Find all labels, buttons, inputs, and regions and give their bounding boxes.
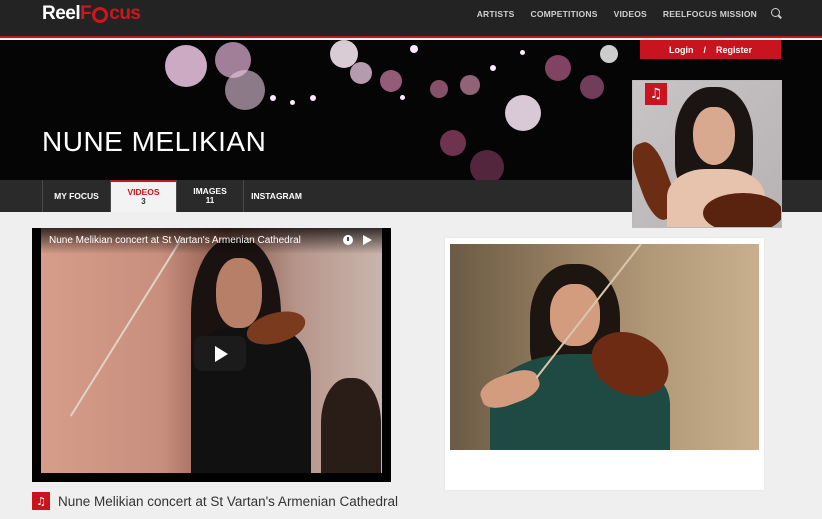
artist-image-card[interactable] — [445, 238, 764, 490]
nav-artists[interactable]: ARTISTS — [477, 9, 515, 20]
tab-videos[interactable]: VIDEOS 3 — [110, 180, 176, 212]
logo-text-fo: F — [80, 3, 92, 24]
video-thumbnail[interactable]: Nune Melikian concert at St Vartan's Arm… — [41, 228, 382, 473]
video-player[interactable]: Nune Melikian concert at St Vartan's Arm… — [32, 228, 391, 482]
logo-text-reel: Reel — [42, 3, 81, 24]
tab-label: VIDEOS — [127, 186, 160, 197]
top-navigation-bar: Reel Fcus ARTISTS COMPETITIONS VIDEOS REE… — [0, 0, 822, 38]
video-top-icons — [343, 235, 372, 245]
video-caption-text[interactable]: Nune Melikian concert at St Vartan's Arm… — [58, 494, 398, 509]
tab-label: IMAGES — [193, 185, 227, 196]
register-link[interactable]: Register — [716, 45, 752, 55]
tab-label: INSTAGRAM — [251, 190, 302, 201]
logo-text-cus: cus — [109, 3, 141, 24]
artist-profile-photo[interactable]: ♫ — [632, 80, 782, 228]
tab-count: 3 — [141, 197, 146, 207]
music-note-icon: ♫ — [32, 492, 50, 510]
video-caption: ♫ Nune Melikian concert at St Vartan's A… — [32, 491, 398, 511]
tab-instagram[interactable]: INSTAGRAM — [243, 180, 309, 212]
film-reel-icon — [92, 7, 109, 23]
reelfocus-logo[interactable]: Reel Fcus — [42, 3, 141, 25]
tab-count: 11 — [205, 196, 215, 206]
search-icon[interactable] — [771, 8, 782, 19]
login-link[interactable]: Login — [669, 45, 694, 55]
play-button[interactable] — [194, 336, 246, 371]
artist-photo[interactable] — [450, 244, 759, 450]
tab-images[interactable]: IMAGES 11 — [176, 180, 243, 212]
login-register-bar: Login / Register — [640, 40, 781, 59]
music-note-icon: ♫ — [645, 83, 667, 105]
nav-reelfocus-mission[interactable]: REELFOCUS MISSION — [663, 9, 757, 20]
video-title[interactable]: Nune Melikian concert at St Vartan's Arm… — [41, 228, 382, 254]
tab-my-focus[interactable]: MY FOCUS — [42, 180, 110, 212]
main-nav: ARTISTS COMPETITIONS VIDEOS REELFOCUS MI… — [461, 8, 782, 20]
artist-name-heading: NUNE MELIKIAN — [42, 126, 267, 157]
login-separator: / — [703, 44, 706, 55]
nav-competitions[interactable]: COMPETITIONS — [530, 9, 597, 20]
share-icon[interactable] — [363, 235, 372, 245]
nav-videos[interactable]: VIDEOS — [614, 9, 647, 20]
watch-later-icon[interactable] — [343, 235, 353, 245]
tab-label: MY FOCUS — [54, 190, 99, 201]
